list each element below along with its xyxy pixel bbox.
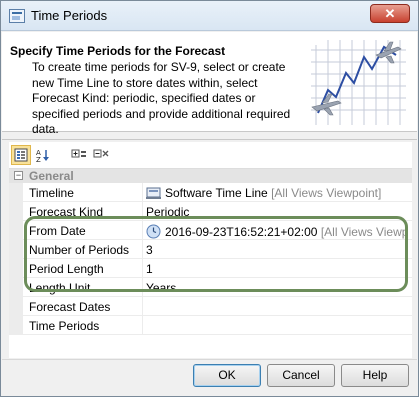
categorized-view-icon: [14, 148, 28, 162]
properties-toolbar: A Z: [9, 142, 412, 168]
title-bar[interactable]: Time Periods ✕: [1, 1, 418, 31]
row-gutter: [9, 240, 23, 259]
row-gutter: [9, 278, 23, 297]
group-row-general[interactable]: − General: [9, 169, 412, 183]
property-row-timeline[interactable]: Timeline Software Time Line [All Views V…: [9, 183, 412, 202]
footer-separator: [2, 359, 417, 360]
dialog-header: Specify Time Periods for the Forecast To…: [2, 32, 417, 136]
property-row-forecast-dates[interactable]: Forecast Dates: [9, 297, 412, 316]
property-name: Timeline: [29, 186, 74, 200]
svg-text:Z: Z: [36, 156, 41, 162]
collapse-all-button[interactable]: [91, 145, 111, 165]
sort-alphabetical-button[interactable]: A Z: [33, 145, 53, 165]
header-separator: [2, 139, 417, 140]
property-row-time-periods[interactable]: Time Periods: [9, 316, 412, 335]
property-name: Forecast Dates: [29, 300, 111, 314]
window-title: Time Periods: [31, 8, 108, 23]
close-button[interactable]: ✕: [370, 4, 410, 23]
row-gutter: [9, 221, 23, 240]
header-title: Specify Time Periods for the Forecast: [10, 44, 226, 58]
column-divider: [142, 183, 143, 202]
timeline-icon: [146, 187, 161, 199]
row-gutter: [9, 316, 23, 335]
help-button[interactable]: Help: [341, 364, 409, 387]
categorized-view-button[interactable]: [11, 145, 31, 165]
dialog-app-icon: [9, 9, 25, 23]
column-divider: [142, 297, 143, 316]
row-gutter: [9, 202, 23, 221]
forecast-chart-illustration-icon: [306, 35, 411, 130]
collapse-all-icon: [93, 149, 109, 158]
row-gutter: [9, 297, 23, 316]
time-periods-dialog: Time Periods ✕ Specify Time Periods for …: [0, 0, 419, 397]
expand-all-button[interactable]: [69, 145, 89, 165]
cancel-button[interactable]: Cancel: [267, 364, 335, 387]
column-divider: [142, 316, 143, 335]
group-label: General: [29, 169, 74, 183]
ok-button[interactable]: OK: [193, 364, 261, 387]
highlight-annotation: [24, 216, 408, 292]
property-name: Time Periods: [29, 319, 100, 333]
header-description: To create time periods for SV-9, select …: [32, 60, 291, 136]
property-value[interactable]: Software Time Line [All Views Viewpoint]: [146, 186, 408, 200]
group-collapse-toggle[interactable]: −: [14, 171, 23, 180]
sort-alphabetical-icon: A Z: [36, 149, 49, 162]
row-gutter: [9, 259, 23, 278]
expand-all-icon: [71, 149, 86, 158]
row-gutter: [9, 183, 23, 202]
